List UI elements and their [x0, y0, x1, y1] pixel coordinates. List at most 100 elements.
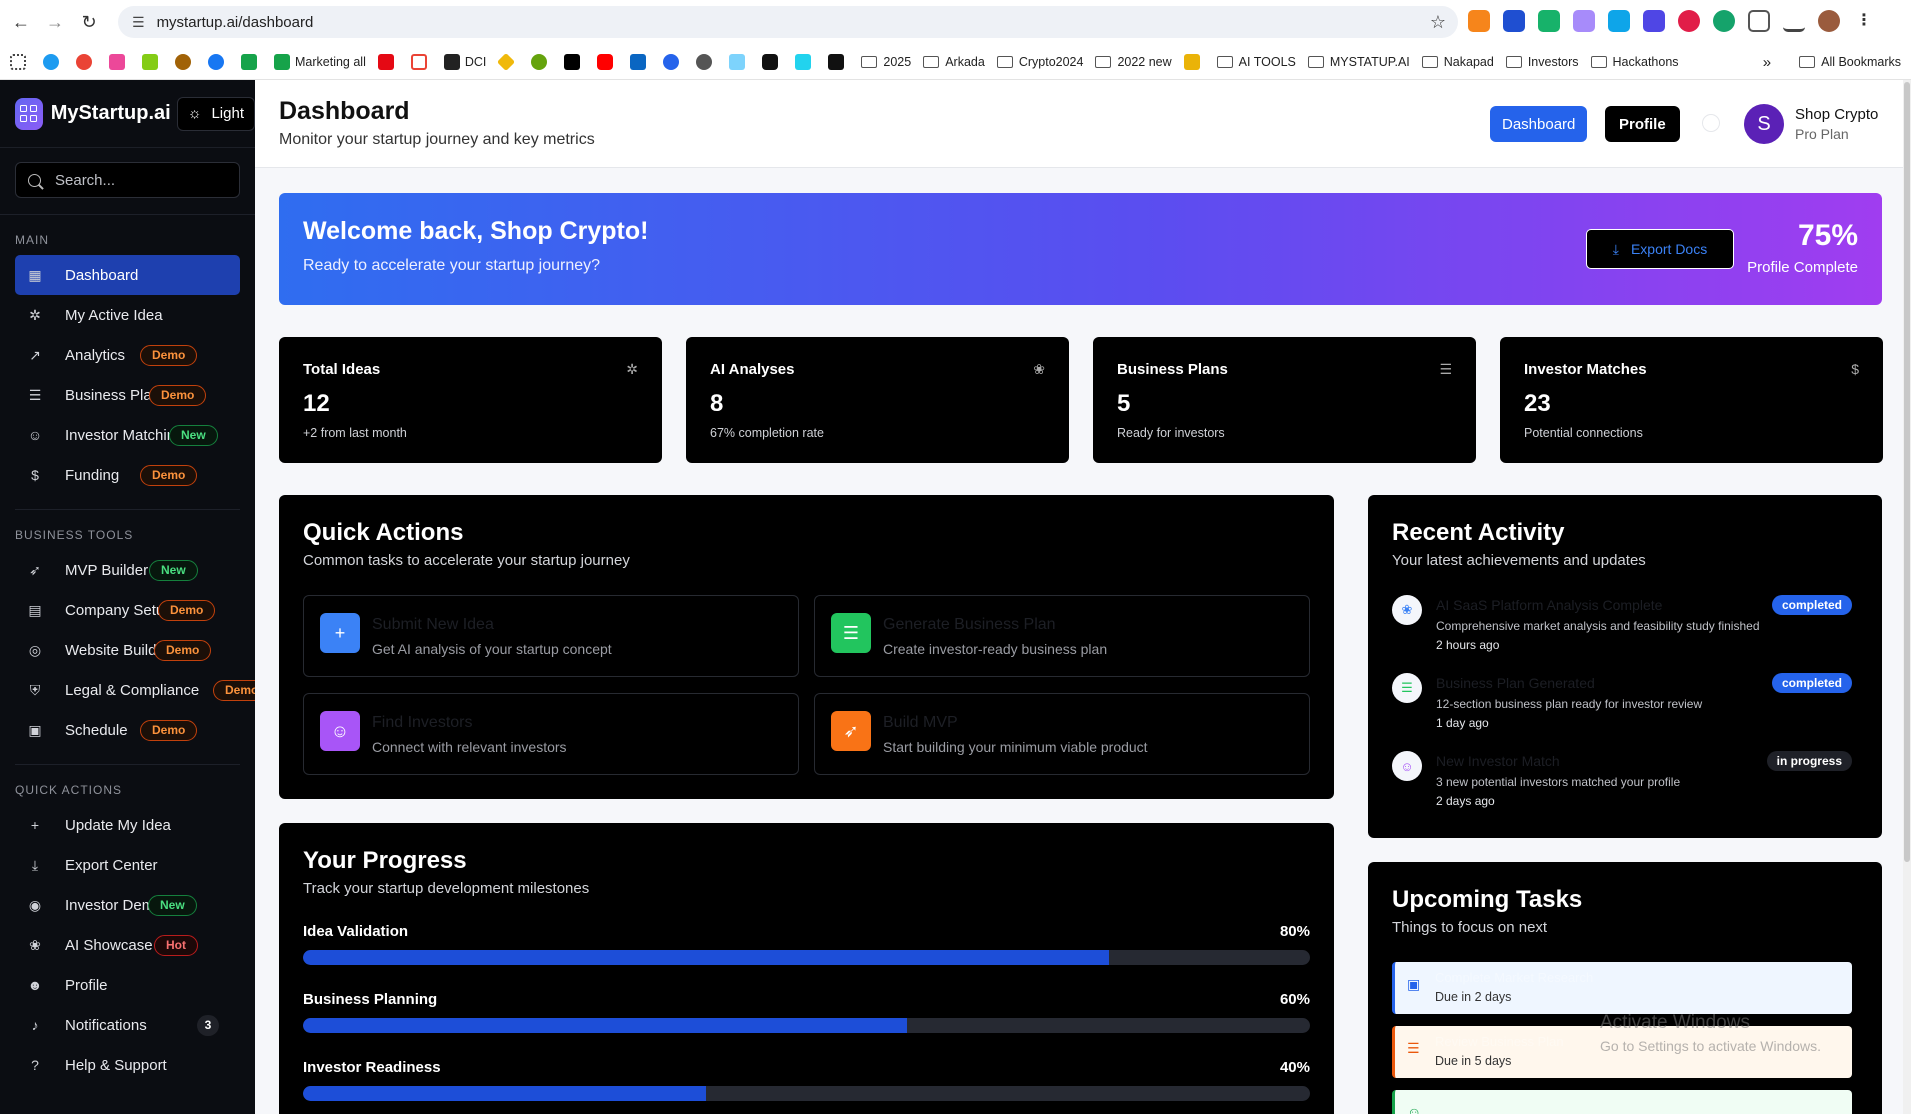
bookmark-favicon[interactable]	[377, 53, 399, 70]
bookmark-favicon[interactable]	[531, 53, 552, 70]
reading-list-icon[interactable]	[1783, 10, 1805, 32]
progress-value: 80%	[1279, 923, 1310, 940]
bookmark-favicon[interactable]	[828, 53, 849, 70]
bookmark-favicon[interactable]	[497, 52, 519, 71]
avatar[interactable]: S	[1744, 104, 1784, 144]
quick-action-tile[interactable]: + Submit New Idea Get AI analysis of your …	[303, 595, 799, 677]
sidebar-item-ai-showcase[interactable]: ❀ AI Showcase Hot	[15, 925, 240, 965]
bookmark-folder[interactable]: MYSTATUP.AI	[1307, 55, 1410, 69]
bookmark-folder[interactable]: 2022 new	[1095, 55, 1172, 69]
sidebar-item-label: Investor Matching	[65, 426, 184, 444]
bookmark-favicon[interactable]	[241, 53, 262, 70]
users-icon: ☺	[320, 711, 360, 751]
bookmark-favicon[interactable]	[795, 53, 816, 70]
puzzle-icon[interactable]	[1748, 10, 1770, 32]
metamask-icon[interactable]	[1468, 10, 1490, 32]
sidebar-item-dashboard[interactable]: ▦ Dashboard	[15, 255, 240, 295]
bookmark-favicon[interactable]	[43, 53, 64, 70]
extension-icon[interactable]	[1503, 10, 1525, 32]
bookmark-favicon[interactable]	[142, 53, 163, 70]
menu-dots-icon[interactable]: ⋮	[1853, 10, 1875, 32]
bookmark-folder[interactable]: Crypto2024	[996, 55, 1083, 69]
bookmark-folder[interactable]: Investors	[1505, 55, 1579, 69]
back-icon[interactable]: ←	[8, 9, 34, 35]
scrollbar-thumb[interactable]	[1904, 82, 1910, 862]
bookmark-star-icon[interactable]: ☆	[1430, 12, 1446, 33]
bookmark-folder[interactable]: Hackathons	[1590, 55, 1679, 69]
bookmark-favicon[interactable]	[597, 53, 618, 70]
theme-toggle-button[interactable]: ☼ Light	[176, 96, 255, 131]
sidebar-item-investor-demo[interactable]: ◉ Investor Demo New	[15, 885, 240, 925]
sidebar-item-funding[interactable]: $ Funding Demo	[15, 455, 240, 495]
user-icon: ☻	[27, 977, 43, 993]
bookmark-favicon[interactable]	[76, 53, 97, 70]
task-item[interactable]: ▣ Complete Market Research Due in 2 days	[1392, 962, 1852, 1014]
activity-title: Business Plan Generated	[1436, 675, 1595, 691]
bookmark-favicon[interactable]	[208, 53, 229, 70]
sidebar-item-profile[interactable]: ☻ Profile	[15, 965, 240, 1005]
quick-action-tile[interactable]: ☰ Generate Business Plan Create investor-r…	[814, 595, 1310, 677]
sidebar-item-mvp-builder[interactable]: ➶ MVP Builder New	[15, 550, 240, 590]
bookmark-favicon[interactable]	[762, 53, 783, 70]
quick-actions-card: Quick Actions Common tasks to accelerate…	[279, 495, 1334, 799]
sidebar-item-investor-matching[interactable]: ☺ Investor Matching New	[15, 415, 240, 455]
sidebar-item-legal-compliance[interactable]: ⛨ Legal & Compliance Demo	[15, 670, 255, 710]
nav-badge: Hot	[154, 934, 198, 956]
reload-icon[interactable]: ↻	[76, 9, 102, 35]
all-bookmarks-folder[interactable]: All Bookmarks	[1799, 55, 1901, 69]
bookmark-folder[interactable]: Nakapad	[1421, 55, 1494, 69]
apps-icon[interactable]	[10, 53, 31, 70]
forward-icon[interactable]: →	[42, 9, 68, 35]
site-settings-icon[interactable]: ☰	[132, 14, 145, 31]
bookmark-favicon[interactable]	[1183, 53, 1205, 70]
sidebar-item-analytics[interactable]: ↗ Analytics Demo	[15, 335, 240, 375]
extension-icon[interactable]	[1538, 10, 1560, 32]
sidebar-item-website-builder[interactable]: ◎ Website Builder Demo	[15, 630, 240, 670]
bookmark-favicon[interactable]	[564, 53, 585, 70]
sidebar-item-company-setup[interactable]: ▤ Company Setup Demo	[15, 590, 240, 630]
bookmark-favicon[interactable]	[696, 53, 717, 70]
profile-avatar-icon[interactable]	[1818, 10, 1840, 32]
bookmark-folder[interactable]: 2025	[861, 55, 911, 69]
bookmark-favicon[interactable]	[630, 53, 651, 70]
more-bookmarks-icon[interactable]: »	[1763, 54, 1771, 71]
sidebar-search-input[interactable]: Search...	[15, 162, 240, 198]
page-scrollbar[interactable]	[1903, 80, 1911, 1114]
profile-button[interactable]: Profile	[1605, 106, 1680, 142]
bookmark-favicon[interactable]	[109, 53, 130, 70]
notification-icon[interactable]	[1702, 114, 1720, 132]
bookmark-favicon[interactable]	[410, 53, 432, 70]
task-due: Due in 5 days	[1435, 1054, 1512, 1068]
bookmark-favicon[interactable]	[729, 53, 750, 70]
sidebar-item-business-plans[interactable]: ☰ Business Plans Demo	[15, 375, 240, 415]
bookmark-link[interactable]: DCI	[443, 53, 486, 70]
quick-action-tile[interactable]: ☺ Find Investors Connect with relevant inv…	[303, 693, 799, 775]
nav-badge: Demo	[140, 719, 198, 741]
extension-icon[interactable]	[1573, 10, 1595, 32]
sidebar-item-help-support[interactable]: ? Help & Support	[15, 1045, 240, 1085]
address-bar[interactable]: ☰ mystartup.ai/dashboard ☆	[118, 6, 1458, 38]
quick-action-tile[interactable]: ➶ Build MVP Start building your minimum vi…	[814, 693, 1310, 775]
sidebar-item-update-my-idea[interactable]: + Update My Idea	[15, 805, 240, 845]
recent-activity-card: Recent Activity Your latest achievements…	[1368, 495, 1882, 838]
extension-icon[interactable]	[1678, 10, 1700, 32]
task-item[interactable]: ☺	[1392, 1090, 1852, 1114]
stat-title: AI Analyses	[710, 361, 795, 378]
bookmark-favicon[interactable]	[663, 53, 684, 70]
sidebar-item-my-active-idea[interactable]: ✲ My Active Idea	[15, 295, 240, 335]
sidebar-item-export-center[interactable]: ⤓ Export Center	[15, 845, 240, 885]
document-icon: ☰	[1439, 361, 1452, 377]
grammarly-icon[interactable]	[1713, 10, 1735, 32]
bookmark-favicon[interactable]	[175, 53, 196, 70]
bookmark-folder[interactable]: Arkada	[923, 55, 985, 69]
bookmark-folder[interactable]: AI TOOLS	[1216, 55, 1296, 69]
sidebar-item-schedule[interactable]: ▣ Schedule Demo	[15, 710, 240, 750]
extension-icon[interactable]	[1608, 10, 1630, 32]
extension-icon[interactable]	[1643, 10, 1665, 32]
bookmark-link[interactable]: Marketing all	[274, 53, 366, 70]
sidebar-item-label: Analytics	[65, 346, 126, 364]
export-docs-button[interactable]: ⤓ Export Docs	[1586, 229, 1734, 269]
progress-bar-fill	[303, 1018, 908, 1033]
dashboard-button[interactable]: Dashboard	[1490, 106, 1588, 142]
sidebar-item-notifications[interactable]: ♪ Notifications 3	[15, 1005, 240, 1045]
